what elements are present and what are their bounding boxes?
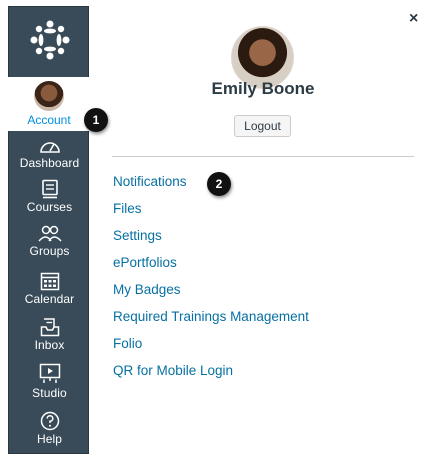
help-icon	[40, 411, 59, 431]
link-settings[interactable]: Settings	[113, 226, 309, 253]
nav-item-label: Inbox	[34, 338, 65, 352]
studio-icon	[39, 363, 60, 383]
link-notifications[interactable]: Notifications	[113, 172, 309, 199]
link-folio[interactable]: Folio	[113, 334, 309, 361]
link-eportfolios[interactable]: ePortfolios	[113, 253, 309, 280]
nav-item-label: Account	[27, 113, 71, 127]
user-name: Emily Boone	[211, 79, 315, 98]
inbox-icon	[40, 318, 59, 337]
step-badge-1: 1	[84, 108, 108, 132]
calendar-icon	[40, 272, 59, 291]
nav-item-label: Help	[36, 432, 63, 446]
nav-item-calendar[interactable]: Calendar	[9, 271, 90, 306]
nav-item-courses[interactable]: Courses	[9, 179, 90, 214]
link-my-badges[interactable]: My Badges	[113, 280, 309, 307]
nav-item-label: Courses	[26, 200, 73, 214]
nav-item-help[interactable]: Help	[9, 411, 90, 446]
link-files[interactable]: Files	[113, 199, 309, 226]
courses-icon	[41, 179, 58, 199]
canvas-logo-icon[interactable]	[9, 7, 90, 72]
divider	[112, 156, 414, 157]
nav-item-account[interactable]: Account	[8, 77, 90, 131]
link-required-trainings[interactable]: Required Trainings Management	[113, 307, 309, 334]
nav-item-label: Groups	[29, 244, 70, 258]
nav-item-label: Studio	[32, 386, 67, 400]
close-icon[interactable]: ×	[409, 10, 418, 28]
global-navigation: Account Dashboard Courses Groups Calenda…	[8, 6, 90, 454]
nav-item-studio[interactable]: Studio	[9, 363, 90, 400]
logout-button[interactable]: Logout	[234, 115, 291, 137]
groups-icon	[37, 225, 62, 242]
account-links: Notifications Files Settings ePortfolios…	[113, 172, 309, 388]
nav-item-label: Calendar	[24, 292, 75, 306]
link-qr-mobile-login[interactable]: QR for Mobile Login	[113, 361, 309, 388]
nav-item-groups[interactable]: Groups	[9, 225, 90, 258]
nav-item-label: Dashboard	[19, 156, 80, 170]
nav-item-inbox[interactable]: Inbox	[9, 317, 90, 352]
dashboard-icon	[39, 142, 60, 153]
nav-item-dashboard[interactable]: Dashboard	[9, 137, 90, 170]
avatar	[34, 81, 64, 111]
